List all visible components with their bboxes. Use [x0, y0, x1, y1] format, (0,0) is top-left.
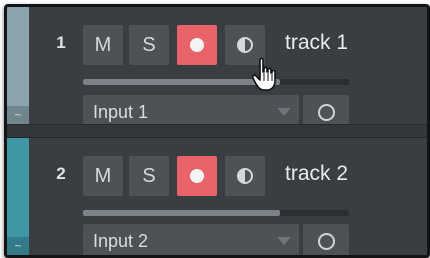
solo-button[interactable]: S [129, 156, 169, 196]
mute-button[interactable]: M [83, 156, 123, 196]
automation-wave-icon[interactable]: ~ [7, 106, 29, 124]
track-list-panel: ~ 1 M S track 1 Input 1 ~ 2 M S track 2 … [4, 4, 430, 258]
track-name[interactable]: track 2 [285, 162, 348, 186]
input-select-value: Input 1 [93, 101, 149, 122]
track-number: 1 [56, 33, 66, 52]
record-arm-button[interactable] [177, 25, 217, 65]
record-arm-button[interactable] [177, 156, 217, 196]
track-color-strip[interactable]: ~ [7, 138, 29, 255]
track-row-1[interactable]: ~ 1 M S track 1 Input 1 [7, 7, 427, 129]
input-monitor-button[interactable] [303, 224, 349, 255]
monitor-button[interactable] [225, 156, 265, 196]
volume-slider[interactable] [83, 79, 349, 85]
half-circle-monitor-icon [237, 37, 253, 53]
track-name[interactable]: track 1 [285, 31, 348, 55]
track-row-2[interactable]: ~ 2 M S track 2 Input 2 [7, 138, 427, 255]
automation-wave-icon[interactable]: ~ [7, 237, 29, 255]
half-circle-monitor-icon [237, 168, 253, 184]
record-icon [190, 38, 204, 52]
input-select[interactable]: Input 2 [83, 224, 299, 255]
volume-slider-fill [83, 210, 280, 216]
dropdown-caret-icon [277, 237, 291, 245]
dropdown-caret-icon [277, 108, 291, 116]
track-color-strip[interactable]: ~ [7, 7, 29, 124]
track-number: 2 [56, 164, 66, 183]
ring-icon [317, 232, 335, 250]
mute-button[interactable]: M [83, 25, 123, 65]
ring-icon [317, 103, 335, 121]
input-select-value: Input 2 [93, 230, 149, 251]
track-divider [7, 124, 427, 138]
solo-button[interactable]: S [129, 25, 169, 65]
hand-pointer-icon [251, 57, 276, 91]
volume-slider[interactable] [83, 210, 349, 216]
record-icon [190, 169, 204, 183]
